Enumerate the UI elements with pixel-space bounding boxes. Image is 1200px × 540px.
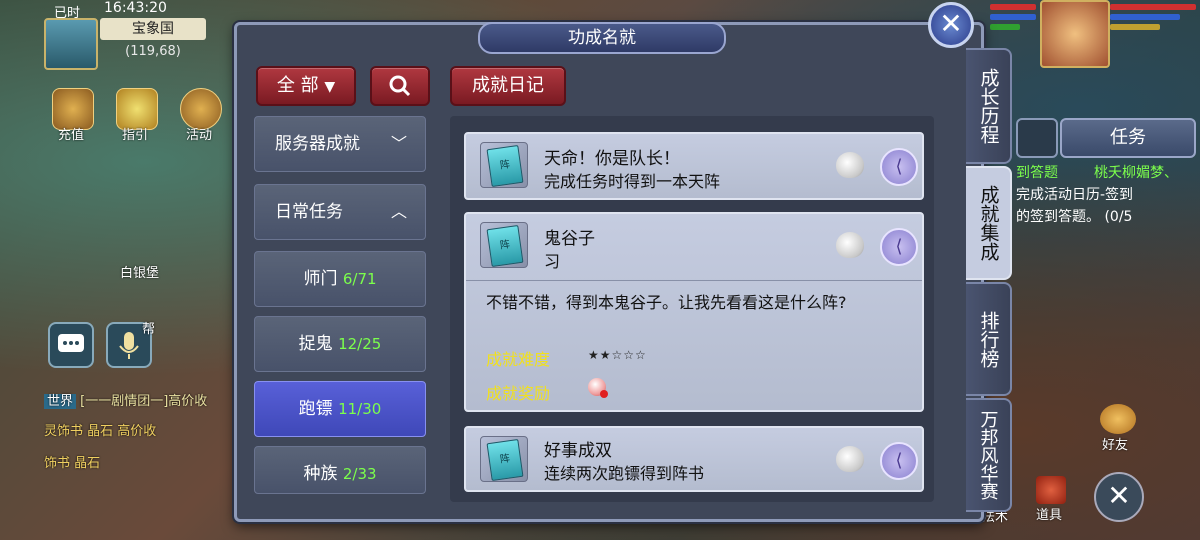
game-hour-label: 已时: [54, 6, 81, 21]
pet-status-bars: [990, 4, 1036, 30]
subcategory-label: 师门: [303, 269, 338, 289]
category-server-achievements[interactable]: 服务器成就 ﹀: [254, 116, 426, 172]
chevron-down-icon: ▼: [324, 79, 336, 95]
difficulty-stars: ★★☆☆☆: [588, 348, 647, 362]
chat-line[interactable]: 世界 [一一剧情团一]高价收: [44, 390, 207, 409]
subcategory-label: 种族: [303, 464, 338, 484]
achievement-description: 完成任务时得到一本天阵: [544, 172, 721, 191]
chat-line[interactable]: 饰书 晶石: [44, 452, 100, 471]
close-icon[interactable]: ✕: [928, 2, 974, 48]
reward-peach-icon: [836, 232, 864, 258]
friend-icon[interactable]: [1100, 404, 1136, 434]
achievement-title: 鬼谷子: [544, 229, 595, 249]
dialog-title: 功成名就: [478, 22, 726, 54]
subcategory-count: 6/71: [342, 270, 377, 288]
share-icon[interactable]: ⟨: [880, 148, 918, 186]
subcategory-zhuogui[interactable]: 捉鬼 12/25: [254, 316, 426, 372]
guide-label: 指引: [122, 128, 149, 143]
chat-channel-badge: 世界: [44, 394, 77, 409]
achievement-detail: 不错不错，得到本鬼谷子。让我先看看这是什么阵?: [486, 293, 847, 312]
reward-peach-icon: [836, 152, 864, 178]
achievement-description: 习: [544, 252, 561, 271]
achievement-description: 连续两次跑镖得到阵书: [544, 464, 705, 483]
category-label: 日常任务: [275, 202, 343, 222]
subcategory-count: 11/30: [338, 400, 382, 418]
player-avatar[interactable]: [1040, 0, 1110, 68]
formation-book-icon: 阵: [480, 222, 528, 268]
difficulty-label: 成就难度: [486, 350, 551, 369]
chat-text: [一一剧情团一]高价收: [80, 394, 208, 409]
friend-label: 好友: [1102, 438, 1129, 453]
share-icon[interactable]: ⟨: [880, 228, 918, 266]
player-status-bars: [1110, 4, 1196, 30]
formation-book-icon: 阵: [480, 142, 528, 188]
task-description-line: 完成活动日历-签到: [1016, 187, 1134, 203]
subcategory-label: 捉鬼: [298, 334, 333, 354]
subcategory-label: 跑镖: [298, 399, 333, 419]
clock-time: 16:43:20: [104, 0, 167, 16]
reward-peach-icon: [836, 446, 864, 472]
task-description-line: 的签到答题。 (0/5: [1016, 209, 1133, 225]
tab-achievement-collection[interactable]: 成就集成: [966, 166, 1012, 280]
timer-icon[interactable]: [1016, 118, 1058, 158]
filter-label: 全 部: [276, 75, 319, 96]
divider: [466, 280, 922, 281]
achievement-title: 好事成双: [544, 441, 612, 461]
achievement-title: 天命！你是队长！: [544, 149, 680, 169]
reward-label: 成就奖励: [486, 384, 551, 403]
location-name[interactable]: 宝象国: [100, 18, 206, 40]
props-icon[interactable]: [1036, 476, 1066, 504]
achievement-card[interactable]: 阵 好事成双 连续两次跑镖得到阵书 ⟨: [464, 426, 924, 492]
task-tab-button[interactable]: 任务: [1060, 118, 1196, 158]
activity-label: 活动: [186, 128, 213, 143]
task-title[interactable]: 到答题: [1016, 162, 1058, 182]
minimap-button[interactable]: [44, 18, 98, 70]
task-title-secondary[interactable]: 桃夭柳媚梦、: [1094, 162, 1178, 182]
subcategory-count: 12/25: [338, 335, 382, 353]
category-daily-tasks[interactable]: 日常任务 ︿: [254, 184, 426, 240]
reward-badge-icon: [600, 390, 608, 398]
chat-bubble-icon[interactable]: [48, 322, 94, 368]
subcategory-count: 2/33: [342, 465, 377, 483]
gang-label: 帮: [142, 322, 156, 337]
search-button[interactable]: [370, 66, 430, 106]
category-label: 服务器成就: [275, 134, 360, 154]
formation-book-icon: 阵: [480, 436, 528, 482]
subcategory-paobiao[interactable]: 跑镖 11/30: [254, 381, 426, 437]
props-label: 道具: [1036, 508, 1063, 523]
achievement-card-expanded[interactable]: 阵 鬼谷子 习 ⟨ 不错不错，得到本鬼谷子。让我先看看这是什么阵? 成就难度 ★…: [464, 212, 924, 412]
tab-wanbang-contest[interactable]: 万邦风华赛: [966, 398, 1012, 512]
recharge-label: 充值: [58, 128, 85, 143]
achievement-card[interactable]: 阵 天命！你是队长！ 完成任务时得到一本天阵 ⟨: [464, 132, 924, 200]
map-place-label: 白银堡: [120, 266, 160, 281]
achievement-diary-button[interactable]: 成就日记: [450, 66, 566, 106]
subcategory-zhongzu[interactable]: 种族 2/33: [254, 446, 426, 494]
subcategory-shimen[interactable]: 师门 6/71: [254, 251, 426, 307]
tab-growth-history[interactable]: 成长历程: [966, 48, 1012, 164]
search-icon: [389, 75, 411, 97]
chat-line[interactable]: 灵饰书 晶石 高价收: [44, 420, 156, 439]
filter-dropdown-button[interactable]: 全 部 ▼: [256, 66, 356, 106]
share-icon[interactable]: ⟨: [880, 442, 918, 480]
tab-leaderboard[interactable]: 排行榜: [966, 282, 1012, 396]
chevron-down-icon: ﹀: [390, 134, 407, 153]
location-coords: (119,68): [125, 44, 181, 59]
chevron-up-icon: ︿: [390, 202, 407, 221]
close-menu-icon[interactable]: ✕: [1094, 472, 1144, 522]
